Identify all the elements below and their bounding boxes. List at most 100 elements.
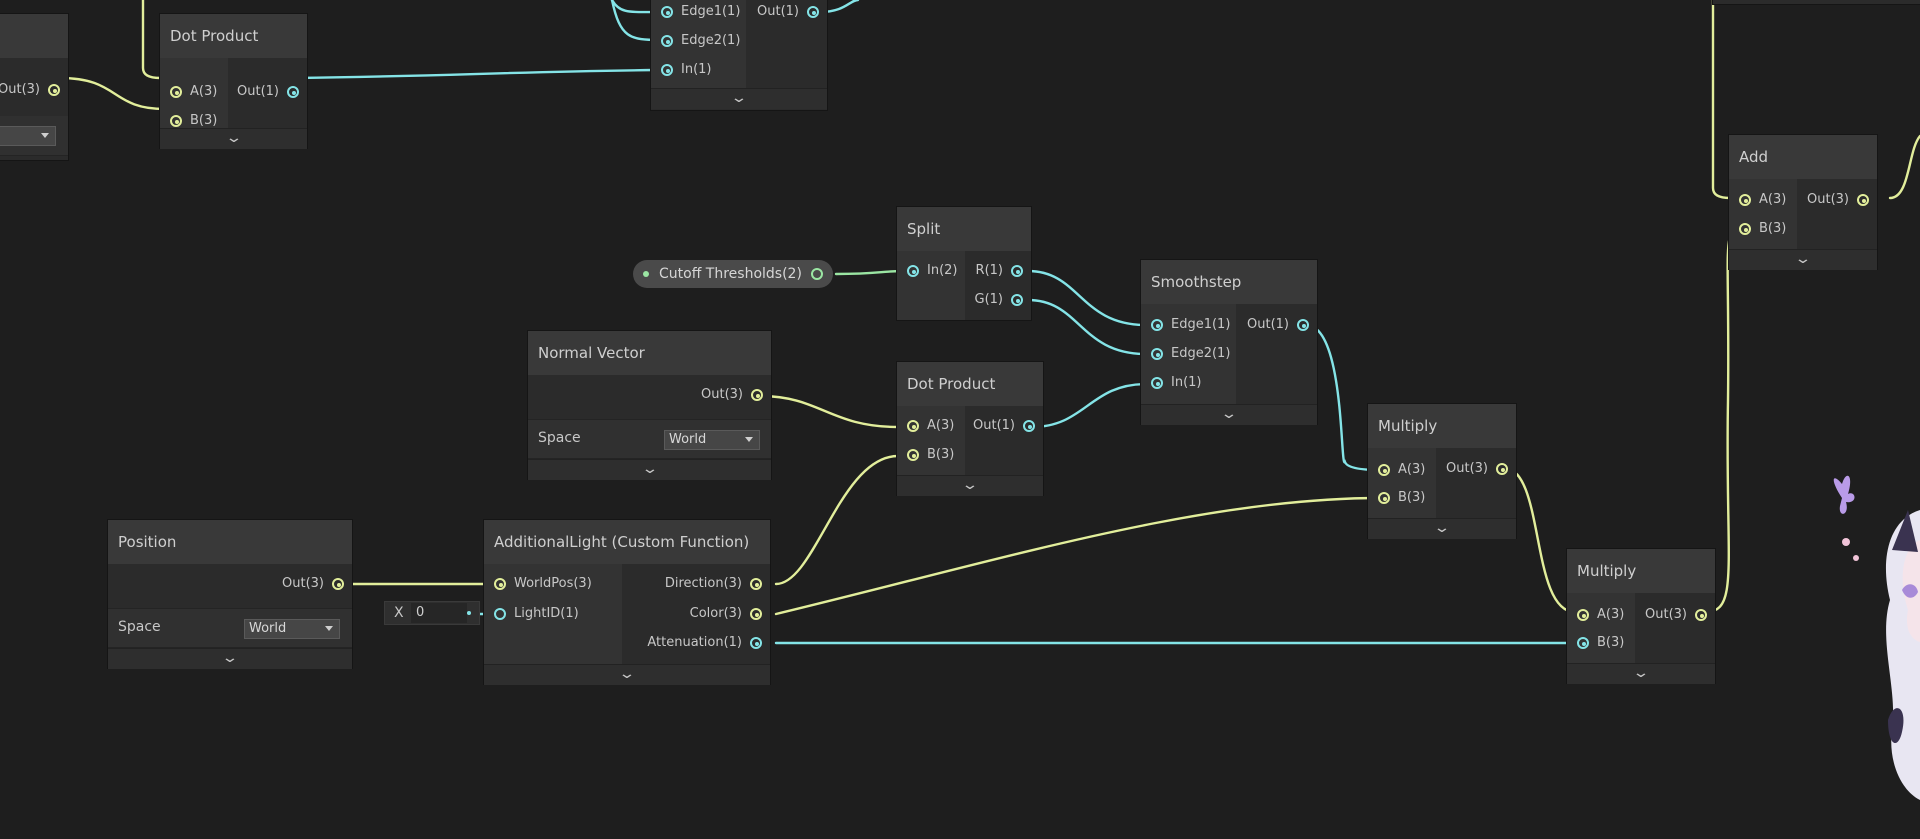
port-dot-icon[interactable]: [170, 86, 182, 98]
wire: [834, 269, 908, 276]
port-dot-icon[interactable]: [907, 449, 919, 461]
input-port[interactable]: WorldPos(3): [494, 574, 592, 594]
space-dropdown[interactable]: [0, 126, 56, 146]
input-port[interactable]: B(3): [1577, 633, 1624, 653]
port-dot-icon[interactable]: [1151, 319, 1163, 331]
collapse-button[interactable]: ⌄: [1141, 404, 1317, 425]
output-port[interactable]: Out(3): [0, 80, 60, 100]
input-port[interactable]: Edge1(1): [661, 2, 740, 22]
output-port[interactable]: Out(1): [237, 82, 299, 102]
port-dot-icon[interactable]: [48, 84, 60, 96]
input-port[interactable]: In(2): [907, 261, 958, 281]
smoothstep-top-node[interactable]: Edge1(1) Edge2(1) In(1) Out(1) ⌄: [651, 0, 827, 110]
partial-left-node[interactable]: Out(3): [0, 14, 68, 160]
output-port[interactable]: Out(3): [1807, 190, 1869, 210]
input-port[interactable]: Edge2(1): [661, 31, 740, 51]
dot-product-node[interactable]: Dot Product A(3) B(3) Out(1) ⌄: [160, 14, 307, 149]
port-dot-icon[interactable]: [1151, 348, 1163, 360]
output-port[interactable]: Color(3): [690, 604, 762, 624]
port-dot-icon[interactable]: [332, 578, 344, 590]
input-port[interactable]: A(3): [907, 416, 954, 436]
port-dot-icon: [467, 611, 471, 615]
port-dot-icon[interactable]: [1378, 464, 1390, 476]
port-dot-icon[interactable]: [661, 6, 673, 18]
port-dot-icon[interactable]: [494, 578, 506, 590]
input-port[interactable]: A(3): [1739, 190, 1786, 210]
input-port[interactable]: LightID(1): [494, 604, 579, 624]
port-dot-icon[interactable]: [750, 608, 762, 620]
multiply-node[interactable]: Multiply A(3) B(3) Out(3) ⌄: [1368, 404, 1516, 539]
input-port[interactable]: Edge1(1): [1151, 315, 1230, 335]
space-dropdown[interactable]: World: [664, 430, 760, 450]
port-dot-icon[interactable]: [1378, 492, 1390, 504]
port-dot-icon[interactable]: [811, 268, 823, 280]
output-port[interactable]: Out(1): [1247, 315, 1309, 335]
cutoff-thresholds-property[interactable]: Cutoff Thresholds(2): [633, 260, 833, 288]
output-port[interactable]: Out(3): [701, 385, 763, 405]
add-node[interactable]: Add A(3) B(3) Out(3) ⌄: [1729, 135, 1877, 270]
input-port[interactable]: A(3): [1577, 605, 1624, 625]
port-dot-icon[interactable]: [907, 265, 919, 277]
input-port[interactable]: Edge2(1): [1151, 344, 1230, 364]
output-port[interactable]: Out(1): [757, 2, 819, 22]
port-dot-icon[interactable]: [751, 389, 763, 401]
dot-product-node[interactable]: Dot Product A(3) B(3) Out(1) ⌄: [897, 362, 1043, 496]
output-port[interactable]: Attenuation(1): [647, 633, 762, 653]
light-id-value[interactable]: 0: [411, 603, 467, 623]
input-port[interactable]: B(3): [1378, 488, 1425, 508]
collapse-button[interactable]: ⌄: [1368, 518, 1516, 539]
output-port[interactable]: Out(3): [282, 574, 344, 594]
port-dot-icon[interactable]: [1151, 377, 1163, 389]
collapse-button[interactable]: ⌄: [108, 648, 352, 669]
port-dot-icon[interactable]: [287, 86, 299, 98]
port-dot-icon[interactable]: [1011, 265, 1023, 277]
collapse-button[interactable]: ⌄: [1729, 249, 1877, 270]
input-port[interactable]: A(3): [1378, 460, 1425, 480]
port-dot-icon[interactable]: [1023, 420, 1035, 432]
port-dot-icon[interactable]: [1695, 609, 1707, 621]
port-dot-icon[interactable]: [170, 115, 182, 127]
port-dot-icon[interactable]: [1857, 194, 1869, 206]
port-dot-icon[interactable]: [494, 608, 506, 620]
port-label: In(1): [1171, 375, 1202, 390]
collapse-button[interactable]: ⌄: [484, 664, 770, 685]
port-dot-icon[interactable]: [1297, 319, 1309, 331]
input-port[interactable]: In(1): [661, 60, 712, 80]
port-dot-icon[interactable]: [1011, 294, 1023, 306]
output-port[interactable]: Out(3): [1645, 605, 1707, 625]
smoothstep-node[interactable]: Smoothstep Edge1(1) Edge2(1) In(1) Out(1…: [1141, 260, 1317, 425]
port-dot-icon[interactable]: [907, 420, 919, 432]
input-port[interactable]: In(1): [1151, 373, 1202, 393]
output-port[interactable]: G(1): [975, 290, 1023, 310]
collapse-button[interactable]: ⌄: [528, 459, 771, 480]
port-dot-icon[interactable]: [750, 637, 762, 649]
space-dropdown[interactable]: World: [244, 619, 340, 639]
port-dot-icon[interactable]: [661, 35, 673, 47]
collapse-button[interactable]: ⌄: [897, 475, 1043, 496]
collapse-button[interactable]: ⌄: [651, 88, 827, 109]
input-port[interactable]: B(3): [907, 445, 954, 465]
collapse-button[interactable]: ⌄: [160, 128, 307, 149]
light-id-input[interactable]: X 0: [384, 601, 480, 625]
normal-vector-node[interactable]: Normal Vector Out(3) Space World ⌄: [528, 331, 771, 480]
collapse-button[interactable]: ⌄: [1567, 663, 1715, 684]
port-dot-icon[interactable]: [1739, 223, 1751, 235]
split-node[interactable]: Split In(2) R(1) G(1): [897, 207, 1031, 320]
position-node[interactable]: Position Out(3) Space World ⌄: [108, 520, 352, 669]
port-dot-icon[interactable]: [1577, 637, 1589, 649]
output-port[interactable]: R(1): [976, 261, 1023, 281]
port-dot-icon[interactable]: [1577, 609, 1589, 621]
port-dot-icon[interactable]: [807, 6, 819, 18]
multiply-node[interactable]: Multiply A(3) B(3) Out(3) ⌄: [1567, 549, 1715, 684]
output-port[interactable]: Direction(3): [665, 574, 762, 594]
port-dot-icon[interactable]: [750, 578, 762, 590]
additional-light-node[interactable]: AdditionalLight (Custom Function) WorldP…: [484, 520, 770, 685]
port-dot-icon[interactable]: [1496, 463, 1508, 475]
output-port[interactable]: Out(1): [973, 416, 1035, 436]
input-port[interactable]: B(3): [1739, 219, 1786, 239]
port-dot-icon[interactable]: [1739, 194, 1751, 206]
output-port[interactable]: Out(3): [1446, 459, 1508, 479]
port-dot-icon[interactable]: [661, 64, 673, 76]
wire: [1888, 134, 1920, 200]
input-port[interactable]: A(3): [170, 82, 217, 102]
